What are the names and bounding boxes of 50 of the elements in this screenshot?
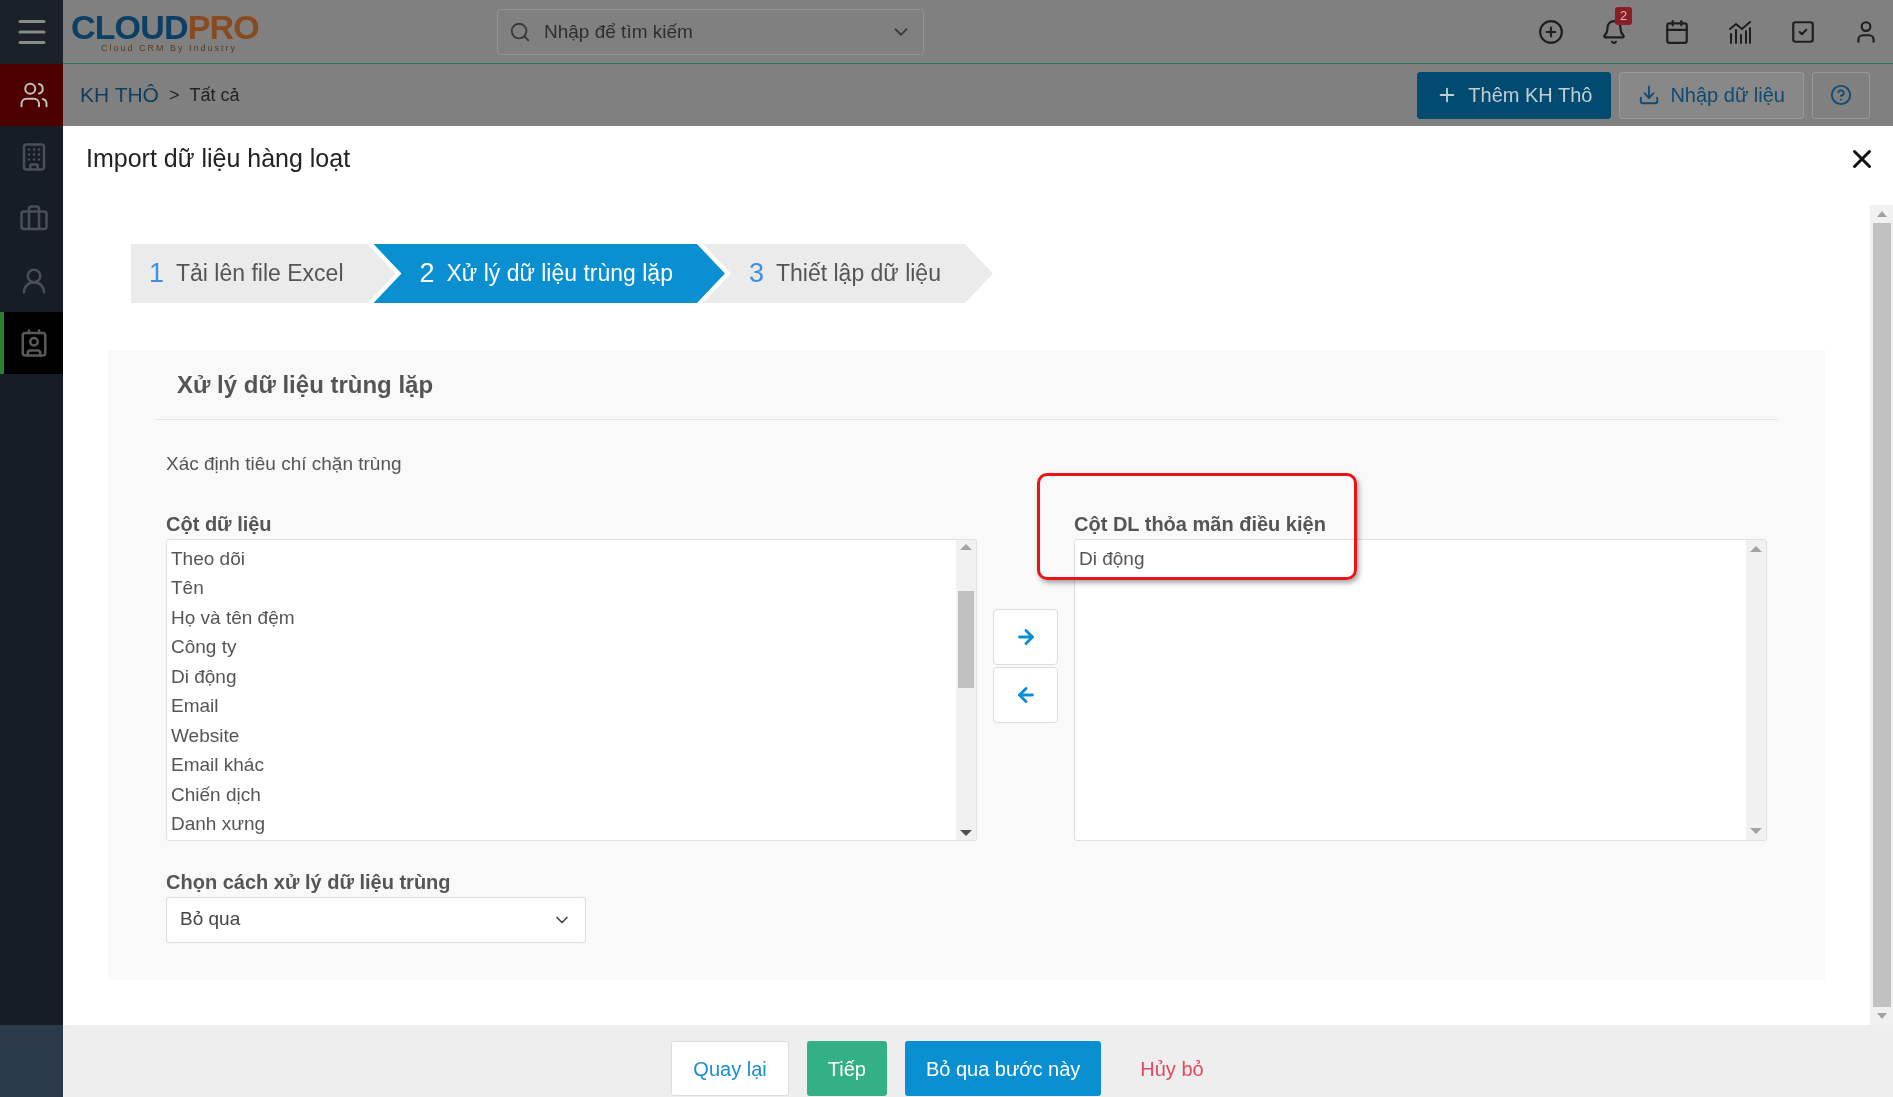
list-option[interactable]: Công ty bbox=[171, 632, 956, 662]
sidebar-footer bbox=[0, 1025, 63, 1097]
sidebar-item[interactable] bbox=[0, 312, 63, 374]
breadcrumb-current[interactable]: Tất cả bbox=[189, 81, 240, 109]
scrollbar[interactable] bbox=[956, 539, 976, 840]
handling-select[interactable]: Bỏ qua bbox=[166, 896, 586, 943]
calendar-icon[interactable] bbox=[1664, 18, 1690, 45]
list-option[interactable]: Theo dõi bbox=[171, 543, 956, 573]
download-icon bbox=[1638, 84, 1661, 106]
step-tab[interactable]: 1 Tải lên file Excel bbox=[131, 244, 396, 303]
list-option[interactable]: Website bbox=[171, 720, 956, 750]
list-option[interactable]: Danh xưng bbox=[171, 809, 956, 839]
page-scrollbar[interactable] bbox=[1870, 205, 1893, 1025]
list-label: Cột dữ liệu bbox=[166, 511, 273, 537]
list-label: Cột DL thỏa mãn điều kiện bbox=[1074, 511, 1327, 537]
list-option[interactable]: Tên bbox=[171, 573, 956, 603]
target-list[interactable]: Di động bbox=[1074, 538, 1767, 841]
search-icon bbox=[509, 20, 531, 43]
people-icon bbox=[18, 80, 49, 110]
help-button[interactable] bbox=[1812, 71, 1870, 119]
notification-badge: 2 bbox=[1615, 6, 1633, 25]
criteria-label: Xác định tiêu chí chặn trùng bbox=[166, 453, 402, 474]
source-list[interactable]: Theo dõi Tên Họ và tên đệm Công ty Di động Email Website Email khác Chiến dịch Danh xưng bbox=[166, 538, 977, 841]
step-tab[interactable]: 3 Thiết lập dữ liệu bbox=[702, 244, 993, 303]
task-icon[interactable] bbox=[1790, 18, 1816, 45]
footer-button[interactable]: Quay lại bbox=[671, 1041, 789, 1096]
help-icon bbox=[1830, 84, 1852, 106]
list-option[interactable]: Di động bbox=[171, 661, 956, 691]
scrollbar[interactable] bbox=[1746, 539, 1766, 840]
list-option[interactable]: Email bbox=[171, 691, 956, 721]
move-left-button[interactable] bbox=[993, 666, 1058, 723]
search-field[interactable]: Nhập để tìm kiếm bbox=[497, 8, 924, 55]
move-right-button[interactable] bbox=[993, 608, 1058, 665]
step-tab[interactable]: 2 Xử lý dữ liệu trùng lặp bbox=[373, 244, 725, 303]
footer-button[interactable]: Bỏ qua bước này bbox=[904, 1041, 1102, 1096]
section-title: Xử lý dữ liệu trùng lặp bbox=[177, 370, 434, 400]
modal-title: Import dữ liệu hàng loạt bbox=[86, 143, 351, 175]
list-option[interactable]: Di động bbox=[1079, 543, 1746, 573]
menu-button[interactable] bbox=[0, 0, 63, 64]
list-option[interactable]: Họ và tên đệm bbox=[171, 602, 956, 632]
add-icon[interactable] bbox=[1538, 18, 1564, 45]
handling-label: Chọn cách xử lý dữ liệu trùng bbox=[166, 869, 452, 895]
sidebar-item[interactable] bbox=[0, 64, 63, 126]
list-option[interactable]: Chiến dịch bbox=[171, 779, 956, 809]
contact-card-icon bbox=[18, 328, 49, 358]
chart-icon[interactable] bbox=[1727, 18, 1753, 45]
notification-icon[interactable] bbox=[1601, 18, 1627, 45]
list-option[interactable]: Email khác bbox=[171, 750, 956, 780]
add-button[interactable]: Thêm KH Thô bbox=[1417, 71, 1612, 119]
breadcrumb-separator: > bbox=[168, 83, 180, 107]
